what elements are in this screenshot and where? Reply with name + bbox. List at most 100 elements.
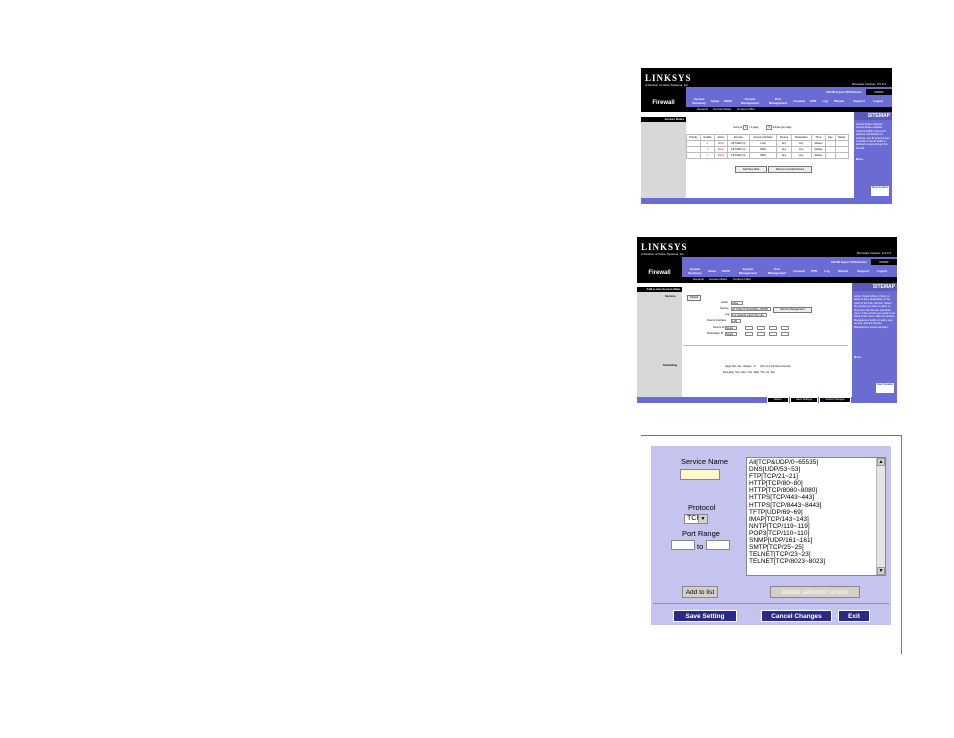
subtab-access-rules[interactable]: Access Rules — [709, 277, 727, 281]
service-list[interactable]: All[TCP&UDP/0~65535] DNS[UDP/53~53] FTP[… — [746, 457, 886, 576]
tab-support[interactable]: Support — [856, 269, 870, 274]
port-to-input[interactable] — [706, 540, 730, 550]
access-rules-screenshot: LINKSYS A Division of Cisco Systems, Inc.… — [641, 68, 892, 204]
action-label: Action — [721, 301, 729, 304]
exit-button[interactable]: Exit — [838, 610, 870, 622]
firmware-version: Firmware Version: 2.0.0.3 — [851, 82, 886, 86]
return-button[interactable]: Return — [767, 397, 789, 403]
scroll-down-icon[interactable]: ▼ — [877, 567, 885, 575]
sitemap-button[interactable]: SITEMAP — [852, 283, 897, 291]
list-item[interactable]: POP3[TCP/110~110] — [747, 530, 885, 537]
sitemap-panel: SITEMAP Access Rules: Network Access Rul… — [854, 112, 892, 198]
subtab-access-rules[interactable]: Access Rules — [713, 107, 731, 111]
schedule-row[interactable]: Apply this rule Always to (hh:mm) (24 Ho… — [725, 365, 790, 368]
tab-support[interactable]: Support — [852, 99, 866, 104]
scheduling-label: Scheduling — [663, 364, 677, 367]
source-ip-octet[interactable] — [757, 326, 765, 330]
dest-ip-octet[interactable] — [769, 332, 777, 336]
tab-vpn[interactable]: VPN — [809, 99, 817, 104]
tab-wizard[interactable]: Wizard — [833, 99, 845, 104]
add-new-rule-button[interactable]: Add New Rule — [735, 166, 767, 173]
tab-system-management[interactable]: System Management — [735, 267, 761, 275]
scroll-up-icon[interactable]: ▲ — [877, 458, 885, 466]
tab-port-management[interactable]: Port Management — [765, 267, 789, 275]
source-ip-octet[interactable] — [769, 326, 777, 330]
tab-vpn[interactable]: VPN — [810, 269, 818, 274]
protocol-label: Protocol — [688, 503, 716, 512]
help-text: Access Rules: Network Access Rules evalu… — [856, 123, 890, 150]
restore-default-rules-button[interactable]: Restore to Default Rules — [768, 166, 812, 173]
list-item[interactable]: HTTP[TCP/80~80] — [747, 480, 885, 487]
subtab-content-filter[interactable]: Content Filter — [733, 277, 751, 281]
list-item[interactable]: SNMP[UDP/161~161] — [747, 537, 885, 544]
dest-ip-octet[interactable] — [781, 332, 789, 336]
tab-log[interactable]: Log — [823, 269, 831, 274]
tab-dhcp[interactable]: DHCP — [723, 99, 733, 104]
list-item[interactable]: All[TCP&UDP/0~65535] — [747, 458, 885, 466]
tab-setup[interactable]: Setup — [710, 99, 720, 104]
sitemap-panel: SITEMAP Action: Select Allow or Deny to … — [852, 283, 897, 397]
table-row[interactable]: ✓ Deny All Traffic [1] DMZ Any Any Always — [686, 152, 850, 159]
source-interface-select[interactable]: LAN — [731, 319, 741, 323]
subtab-content-filter[interactable]: Content Filter — [737, 107, 755, 111]
service-name-input[interactable] — [680, 469, 720, 480]
tab-system-summary[interactable]: System Summary — [685, 267, 705, 275]
action-select[interactable]: Allow — [731, 301, 743, 305]
cisco-logo: Cisco Systems — [871, 186, 889, 196]
tab-logout[interactable]: Logout — [871, 99, 885, 104]
dest-ip-octet[interactable] — [745, 332, 753, 336]
sitemap-button[interactable]: SITEMAP — [854, 112, 892, 120]
schedule-days[interactable]: Everyday Sun Mon Tue Wed Thu Fri Sat — [723, 371, 775, 374]
dest-ip-octet[interactable] — [757, 332, 765, 336]
more-link[interactable]: More... — [856, 158, 890, 161]
tab-port-management[interactable]: Port Management — [766, 97, 790, 105]
source-ip-octet[interactable] — [745, 326, 753, 330]
tab-system-management[interactable]: System Management — [737, 97, 763, 105]
tab-dhcp[interactable]: DHCP — [721, 269, 731, 274]
service-select[interactable]: All Traffic [TCP&UDP/1~65535] — [731, 307, 771, 311]
cancel-changes-button[interactable]: Cancel Changes — [761, 610, 832, 622]
subtab-general[interactable]: General — [693, 277, 704, 281]
list-item[interactable]: IMAP[TCP/143~143] — [747, 516, 885, 523]
dialog-body: Service Name Protocol TCP ▼ Port Range t… — [651, 446, 891, 625]
section-title: Firewall — [652, 100, 675, 106]
source-ip-octet[interactable] — [781, 326, 789, 330]
linksys-logo: LINKSYS A Division of Cisco Systems, Inc. — [645, 73, 692, 87]
model-name: RV082 — [866, 89, 892, 95]
linksys-logo: LINKSYS A Division of Cisco Systems, Inc. — [641, 242, 688, 256]
list-item[interactable]: HTTPS[TCP/443~443] — [747, 494, 885, 501]
tab-logout[interactable]: Logout — [875, 269, 889, 274]
source-ip-select[interactable]: Single — [725, 326, 737, 330]
list-item[interactable]: DNS[UDP/53~53] — [747, 466, 885, 473]
tab-wizard[interactable]: Wizard — [837, 269, 849, 274]
port-from-input[interactable] — [671, 540, 695, 550]
log-select[interactable]: Log packets match this rule — [731, 313, 767, 317]
more-link[interactable]: More... — [854, 356, 895, 359]
protocol-select[interactable]: TCP ▼ — [684, 514, 708, 524]
delete-selected-service-button[interactable]: Delete selected service — [770, 586, 860, 598]
list-item[interactable]: SMTP[TCP/25~25] — [747, 544, 885, 551]
cancel-changes-button[interactable]: Cancel Changes — [819, 397, 851, 403]
save-setting-button[interactable]: Save Setting — [673, 610, 737, 622]
save-settings-button[interactable]: Save Settings — [790, 397, 818, 403]
tab-log[interactable]: Log — [821, 99, 829, 104]
footer-bar — [641, 198, 892, 204]
dest-ip-select[interactable]: Single — [725, 332, 737, 336]
list-item[interactable]: TELNET[TCP/8023~8023] — [747, 558, 885, 565]
nav-row: Firewall System Summary Setup DHCP Syste… — [637, 266, 897, 283]
list-item[interactable]: NNTP[TCP/119~119] — [747, 523, 885, 530]
list-item[interactable]: TFTP[UDP/69~69] — [747, 509, 885, 516]
tab-system-summary[interactable]: System Summary — [689, 97, 709, 105]
tab-setup[interactable]: Setup — [707, 269, 717, 274]
list-item[interactable]: TELNET[TCP/23~23] — [747, 551, 885, 558]
service-list-scrollbar[interactable]: ▲ ▼ — [876, 458, 885, 575]
list-item[interactable]: HTTPS[TCP/8443~8443] — [747, 502, 885, 509]
list-item[interactable]: FTP[TCP/21~21] — [747, 473, 885, 480]
tab-firewall[interactable]: Firewall — [792, 99, 806, 104]
tab-firewall[interactable]: Firewall — [792, 269, 806, 274]
service-management-button[interactable]: Service Management — [773, 307, 812, 313]
subtab-general[interactable]: General — [697, 107, 708, 111]
list-item[interactable]: HTTP[TCP/8080~8080] — [747, 487, 885, 494]
add-to-list-button[interactable]: Add to list — [682, 586, 718, 598]
model-name: RV082 — [871, 259, 897, 265]
